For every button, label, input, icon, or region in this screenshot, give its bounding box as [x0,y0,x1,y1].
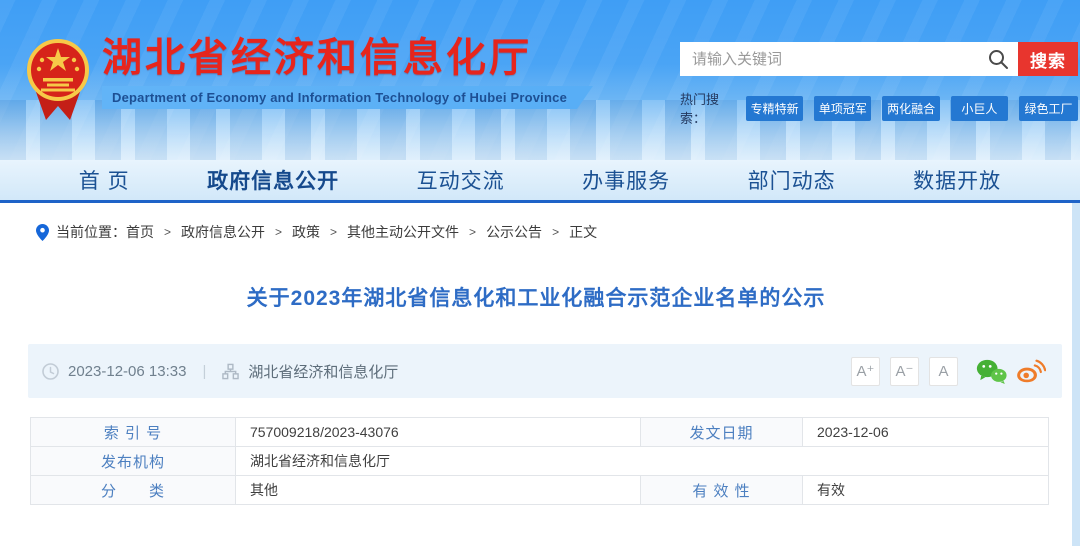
hot-tag-danxiangguanjun[interactable]: 单项冠军 [814,95,872,121]
clock-icon [42,362,59,380]
hot-tag-lianghuaronghe[interactable]: 两化融合 [882,95,940,121]
search-area: 搜索 热门搜索： 专精特新 单项冠军 两化融合 小巨人 绿色工厂 [680,42,1079,127]
font-reset-button[interactable]: A [929,356,958,386]
issuing-agency-label: 发布机构 [30,446,236,476]
search-box [680,42,1018,76]
nav-item-home[interactable]: 首 页 [79,165,130,195]
breadcrumb-policy[interactable]: 政策 [292,222,320,242]
search-button[interactable]: 搜索 [1018,42,1078,76]
breadcrumb-separator: > [164,225,172,239]
nav-item-interaction[interactable]: 互动交流 [417,165,505,195]
breadcrumb-label: 当前位置： [56,224,126,240]
national-emblem-icon [27,39,89,120]
issue-date-label: 发文日期 [640,417,803,447]
issuing-agency-value: 湖北省经济和信息化厅 [235,446,1049,476]
article-meta-bar: 2023-12-06 13:33 | 湖北省经济和信息化厅 A⁺ A⁻ A [28,344,1062,398]
page: 湖北省经济和信息化厅 Department of Economy and Inf… [0,0,1080,546]
search-input[interactable] [680,42,1018,76]
validity-value: 有效 [802,475,1049,505]
hot-tag-xiaojuren[interactable]: 小巨人 [950,95,1008,121]
wechat-icon[interactable] [976,358,1007,385]
meta-divider: | [202,362,207,380]
nav-item-services[interactable]: 办事服务 [582,165,670,195]
location-pin-icon [36,223,49,241]
weibo-icon[interactable] [1015,358,1046,385]
site-title: 湖北省经济和信息化厅 [102,36,532,80]
source-name: 湖北省经济和信息化厅 [248,363,399,381]
table-row: 分 类 其他 有 效 性 有效 [30,475,1049,505]
category-value: 其他 [235,475,641,505]
meta-left: 2023-12-06 13:33 | 湖北省经济和信息化厅 [42,361,398,382]
hot-search-label: 热门搜索： [680,92,720,126]
article-title: 关于2023年湖北省信息化和工业化融合示范企业名单的公示 [246,287,826,310]
article-page: 当前位置： 首页 > 政府信息公开 > 政策 > 其他主动公开文件 > 公示公告… [0,203,1072,546]
index-number-value: 757009218/2023-43076 [235,417,641,447]
breadcrumb: 当前位置： 首页 > 政府信息公开 > 政策 > 其他主动公开文件 > 公示公告… [0,203,1072,242]
category-label: 分 类 [30,475,236,505]
nav-item-open-data[interactable]: 数据开放 [913,165,1001,195]
nav-item-department-news[interactable]: 部门动态 [748,165,836,195]
breadcrumb-separator: > [330,225,338,239]
breadcrumb-home[interactable]: 首页 [126,222,154,242]
breadcrumb-separator: > [275,225,283,239]
breadcrumb-separator: > [469,225,477,239]
site-subtitle: Department of Economy and Information Te… [102,86,593,109]
breadcrumb-current: 正文 [569,224,598,240]
hot-tag-lvsegongchang[interactable]: 绿色工厂 [1018,95,1079,121]
breadcrumb-separator: > [552,225,560,239]
font-larger-button[interactable]: A⁺ [851,356,880,386]
main-nav: 首 页 政府信息公开 互动交流 办事服务 部门动态 数据开放 [0,160,1080,203]
publish-time: 2023-12-06 13:33 [68,362,187,380]
search-icon[interactable] [986,47,1010,71]
table-row: 索 引 号 757009218/2023-43076 发文日期 2023-12-… [30,417,1049,447]
source-org-icon [222,363,240,379]
hot-tag-zhuanjingtexin[interactable]: 专精特新 [746,95,804,121]
site-header: 湖北省经济和信息化厅 Department of Economy and Inf… [0,0,1080,160]
site-logo[interactable]: 湖北省经济和信息化厅 Department of Economy and Inf… [26,36,593,122]
validity-label: 有 效 性 [640,475,803,505]
index-number-label: 索 引 号 [30,417,236,447]
nav-item-gov-info[interactable]: 政府信息公开 [207,165,339,195]
breadcrumb-announcements[interactable]: 公示公告 [486,222,542,242]
document-meta-table: 索 引 号 757009218/2023-43076 发文日期 2023-12-… [30,417,1049,505]
breadcrumb-other-docs[interactable]: 其他主动公开文件 [347,222,459,242]
issue-date-value: 2023-12-06 [802,417,1049,447]
font-smaller-button[interactable]: A⁻ [890,356,919,386]
table-row: 发布机构 湖北省经济和信息化厅 [30,446,1049,476]
breadcrumb-gov-info[interactable]: 政府信息公开 [181,222,265,242]
meta-right: A⁺ A⁻ A [851,356,1046,386]
hot-search-row: 热门搜索： 专精特新 单项冠军 两化融合 小巨人 绿色工厂 [680,89,1079,127]
